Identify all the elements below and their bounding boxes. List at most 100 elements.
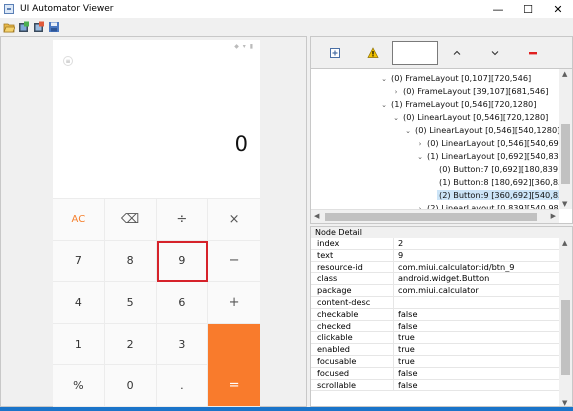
tree-node[interactable]: ⌄ (1) FrameLayout [0,546][720,1280] [379, 98, 538, 111]
detail-key: class [311, 273, 394, 285]
detail-row[interactable]: resource-id com.miui.calculator:id/btn_9 [311, 261, 559, 274]
title-bar: UI Automator Viewer — ☐ ✕ [0, 0, 573, 18]
tree-node-label: (1) LinearLayout [0,692][540,839] [427, 151, 559, 161]
key-5[interactable]: 5 [104, 282, 157, 324]
detail-value [394, 297, 559, 308]
tree-node-label: (0) Button:7 [0,692][180,839] [439, 164, 559, 174]
collapse-arrow-icon[interactable]: ⌄ [379, 99, 389, 112]
tree-node[interactable]: (0) Button:7 [0,692][180,839] [427, 163, 559, 176]
key-⌫[interactable]: ⌫ [104, 199, 157, 241]
scroll-left-icon[interactable]: ◀ [314, 212, 319, 220]
key-÷[interactable]: ÷ [156, 199, 209, 241]
detail-value: false [398, 367, 418, 378]
detail-row[interactable]: text 9 [311, 249, 559, 262]
key-9[interactable]: 9 [156, 240, 209, 283]
detail-vertical-scroll-thumb[interactable] [561, 300, 570, 375]
detail-row[interactable]: enabled true [311, 344, 559, 356]
detail-value: true [398, 355, 415, 366]
detail-row[interactable]: checked false [311, 320, 559, 333]
minimize-button[interactable]: — [483, 0, 513, 18]
collapse-arrow-icon[interactable]: ⌄ [391, 112, 401, 125]
tree-node[interactable]: › (2) LinearLayout [0,839][540,986] [415, 202, 559, 209]
key-1[interactable]: 1 [53, 323, 105, 366]
key-−[interactable]: − [208, 241, 260, 283]
key-8[interactable]: 8 [104, 240, 157, 283]
detail-row[interactable]: checkable false [311, 308, 559, 321]
detail-key: scrollable [311, 379, 394, 391]
hierarchy-tree[interactable]: ⌄ (0) FrameLayout [0,107][720,546] › (0) Fr… [311, 69, 559, 209]
tree-node[interactable]: (1) Button:8 [180,692][360,839] [427, 176, 559, 189]
key-%[interactable]: % [53, 365, 105, 407]
chevron-up-icon[interactable] [449, 45, 465, 61]
tree-node-label: (0) LinearLayout [0,546][540,1280] [415, 125, 559, 135]
device-screenshot-compressed-icon[interactable] [33, 21, 45, 33]
scroll-right-icon[interactable]: ▶ [551, 212, 556, 220]
device-screen[interactable]: ◆ ▾ ▮ ≡ 0 AC ⌫ ÷ × 7 8 9−4 5 6 +1 2 3% 0. = [53, 40, 260, 407]
key-7[interactable]: 7 [53, 240, 105, 283]
detail-value: com.miui.calculator:id/btn_9 [398, 261, 515, 272]
calculator-menu-icon[interactable]: ≡ [63, 56, 73, 66]
key-.[interactable]: . [156, 365, 209, 407]
detail-row[interactable]: scrollable false [311, 379, 559, 392]
key-0[interactable]: 0 [104, 365, 157, 407]
detail-key: focusable [311, 355, 394, 367]
detail-row[interactable]: class android.widget.Button [311, 273, 559, 286]
tree-node[interactable]: ⌄ (0) LinearLayout [0,546][720,1280] [391, 111, 550, 124]
scroll-up-icon[interactable]: ▲ [562, 239, 567, 247]
detail-value: android.widget.Button [398, 273, 490, 284]
tree-node[interactable]: › (0) LinearLayout [0,546][540,692] [415, 137, 559, 150]
detail-row[interactable]: focused false [311, 367, 559, 380]
tree-node[interactable]: ⌄ (1) LinearLayout [0,692][540,839] [415, 150, 559, 163]
detail-vertical-scrollbar[interactable]: ▲ ▼ [559, 238, 572, 406]
window-controls: — ☐ ✕ [483, 0, 573, 18]
tree-horizontal-scroll-thumb[interactable] [325, 213, 537, 221]
app-icon [4, 4, 14, 14]
scroll-down-icon[interactable]: ▼ [562, 200, 567, 208]
calculator-keypad: AC ⌫ ÷ × 7 8 9− 4 5 6 +1 2 3% 0. = [53, 198, 260, 407]
key-AC[interactable]: AC [53, 199, 105, 241]
detail-row[interactable]: package com.miui.calculator [311, 285, 559, 297]
key-2[interactable]: 2 [104, 323, 157, 366]
key-6[interactable]: 6 [156, 282, 209, 324]
open-folder-icon[interactable] [3, 21, 15, 33]
key-×[interactable]: × [208, 199, 260, 241]
scroll-down-icon[interactable]: ▼ [562, 399, 567, 406]
tree-node[interactable]: › (0) FrameLayout [39,107][681,546] [391, 85, 550, 98]
save-icon[interactable] [48, 21, 60, 33]
detail-key: text [311, 249, 394, 261]
tree-node[interactable]: ⌄ (0) FrameLayout [0,107][720,546] [379, 72, 533, 85]
maximize-button[interactable]: ☐ [513, 0, 543, 18]
chevron-down-icon[interactable] [487, 45, 503, 61]
scroll-up-icon[interactable]: ▲ [562, 70, 567, 78]
minus-icon[interactable] [525, 45, 541, 61]
detail-value: false [398, 379, 418, 390]
key-3[interactable]: 3 [156, 323, 209, 366]
collapse-arrow-icon[interactable]: ⌄ [379, 73, 389, 86]
detail-row[interactable]: index 2 [311, 238, 559, 250]
collapse-arrow-icon[interactable]: ⌄ [415, 151, 425, 164]
tree-vertical-scrollbar[interactable]: ▲ ▼ [559, 69, 572, 209]
key-+[interactable]: + [208, 282, 260, 324]
warning-icon[interactable] [365, 45, 381, 61]
calculator-display: 0 [234, 132, 248, 156]
tree-node[interactable]: ⌄ (0) LinearLayout [0,546][540,1280] [403, 124, 559, 137]
key-=[interactable]: = [208, 365, 260, 407]
close-button[interactable]: ✕ [543, 0, 573, 18]
expand-all-icon[interactable] [327, 45, 343, 61]
detail-row[interactable]: focusable true [311, 355, 559, 368]
detail-value: com.miui.calculator [398, 285, 479, 296]
detail-row[interactable]: content-desc [311, 296, 559, 309]
tree-vertical-scroll-thumb[interactable] [561, 124, 570, 184]
status-bar: ◆ ▾ ▮ [53, 40, 260, 52]
node-detail-table: index 2 text 9 resource-id com.miui.calculato… [311, 238, 559, 392]
tree-node[interactable]: (2) Button:9 [360,692][540,839] [427, 189, 559, 202]
key-4[interactable]: 4 [53, 282, 105, 324]
collapse-arrow-icon[interactable]: ⌄ [403, 125, 413, 138]
tree-horizontal-scrollbar[interactable]: ◀ ▶ [311, 209, 559, 223]
detail-row[interactable]: clickable true [311, 332, 559, 345]
equals-button-top[interactable] [208, 323, 260, 366]
window-title: UI Automator Viewer [20, 4, 114, 14]
node-detail-panel: Node Detail index 2 text 9 resource-id com.mi… [310, 226, 573, 407]
node-search-input[interactable] [392, 41, 438, 65]
device-screenshot-icon[interactable] [18, 21, 30, 33]
